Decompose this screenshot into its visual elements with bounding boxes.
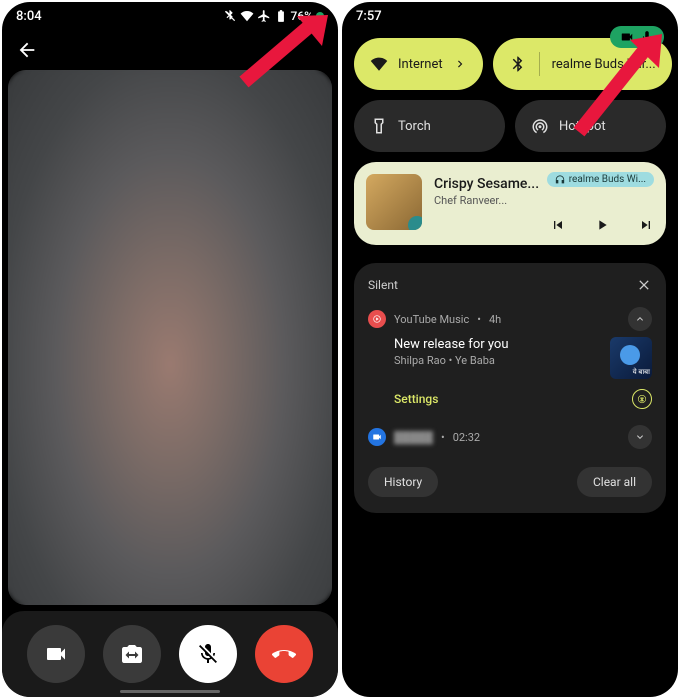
- media-artwork: [366, 174, 422, 230]
- video-preview: [8, 70, 332, 605]
- close-icon[interactable]: [636, 277, 652, 293]
- media-artist: Chef Ranveer...: [434, 194, 654, 207]
- media-output-label: realme Buds Wi...: [569, 174, 646, 185]
- mute-button[interactable]: [179, 625, 237, 683]
- call-controls: [2, 611, 338, 697]
- headphones-icon: [555, 175, 565, 185]
- notif-track: Ye Baba: [455, 354, 495, 367]
- snooze-button[interactable]: [632, 389, 652, 409]
- qs-internet-tile[interactable]: Internet: [354, 38, 483, 90]
- phone-left: 8:04 76%: [2, 2, 338, 697]
- app-name: YouTube Music: [394, 313, 469, 326]
- history-button[interactable]: History: [368, 467, 438, 497]
- play-icon[interactable]: [594, 217, 610, 233]
- notification-youtube-music[interactable]: YouTube Music • 4h New release for you S…: [368, 307, 652, 409]
- youtube-music-icon: [368, 310, 386, 328]
- hotspot-icon: [531, 117, 549, 135]
- settings-action[interactable]: Settings: [394, 392, 438, 406]
- snooze-icon: [637, 394, 647, 404]
- notif-thumbnail: ये बाबा: [610, 337, 652, 379]
- video-toggle-button[interactable]: [27, 625, 85, 683]
- phone-right: 7:57 Internet realme Buds Wir... Torch: [342, 2, 678, 697]
- end-call-button[interactable]: [255, 625, 313, 683]
- chevron-right-icon: [453, 57, 467, 71]
- next-icon[interactable]: [638, 217, 654, 233]
- expand-button[interactable]: [628, 425, 652, 449]
- notification-panel: Silent YouTube Music • 4h New release fo…: [354, 263, 666, 513]
- app-icon: [368, 428, 386, 446]
- annotation-arrow-right: [567, 32, 667, 142]
- section-label: Silent: [368, 278, 398, 292]
- prev-icon[interactable]: [550, 217, 566, 233]
- notification-collapsed[interactable]: █████ • 02:32: [368, 421, 652, 453]
- back-icon[interactable]: [16, 39, 38, 61]
- qs-torch-tile[interactable]: Torch: [354, 100, 505, 152]
- switch-camera-button[interactable]: [103, 625, 161, 683]
- video-icon: [44, 642, 68, 666]
- notif-time: 4h: [489, 313, 501, 326]
- notif-title: New release for you: [394, 337, 600, 352]
- notif-time: 02:32: [453, 431, 480, 444]
- hangup-icon: [272, 642, 296, 666]
- redacted-text: █████: [394, 431, 433, 444]
- tile-label: Torch: [398, 119, 431, 134]
- switch-camera-icon: [120, 642, 144, 666]
- clear-all-button[interactable]: Clear all: [577, 467, 652, 497]
- bluetooth-icon: [509, 55, 527, 73]
- collapse-button[interactable]: [628, 307, 652, 331]
- divider: [539, 52, 540, 76]
- clock: 7:57: [356, 9, 382, 24]
- media-output-pill[interactable]: realme Buds Wi...: [547, 172, 654, 187]
- tile-label: Internet: [398, 57, 443, 72]
- wifi-icon: [370, 55, 388, 73]
- clock: 8:04: [16, 9, 42, 24]
- torch-icon: [370, 117, 388, 135]
- mic-off-icon: [196, 642, 220, 666]
- home-indicator[interactable]: [120, 690, 220, 693]
- media-card[interactable]: realme Buds Wi... Crispy Sesame... Chef …: [354, 162, 666, 245]
- notif-artist: Shilpa Rao: [394, 354, 446, 367]
- annotation-arrow-left: [232, 12, 332, 92]
